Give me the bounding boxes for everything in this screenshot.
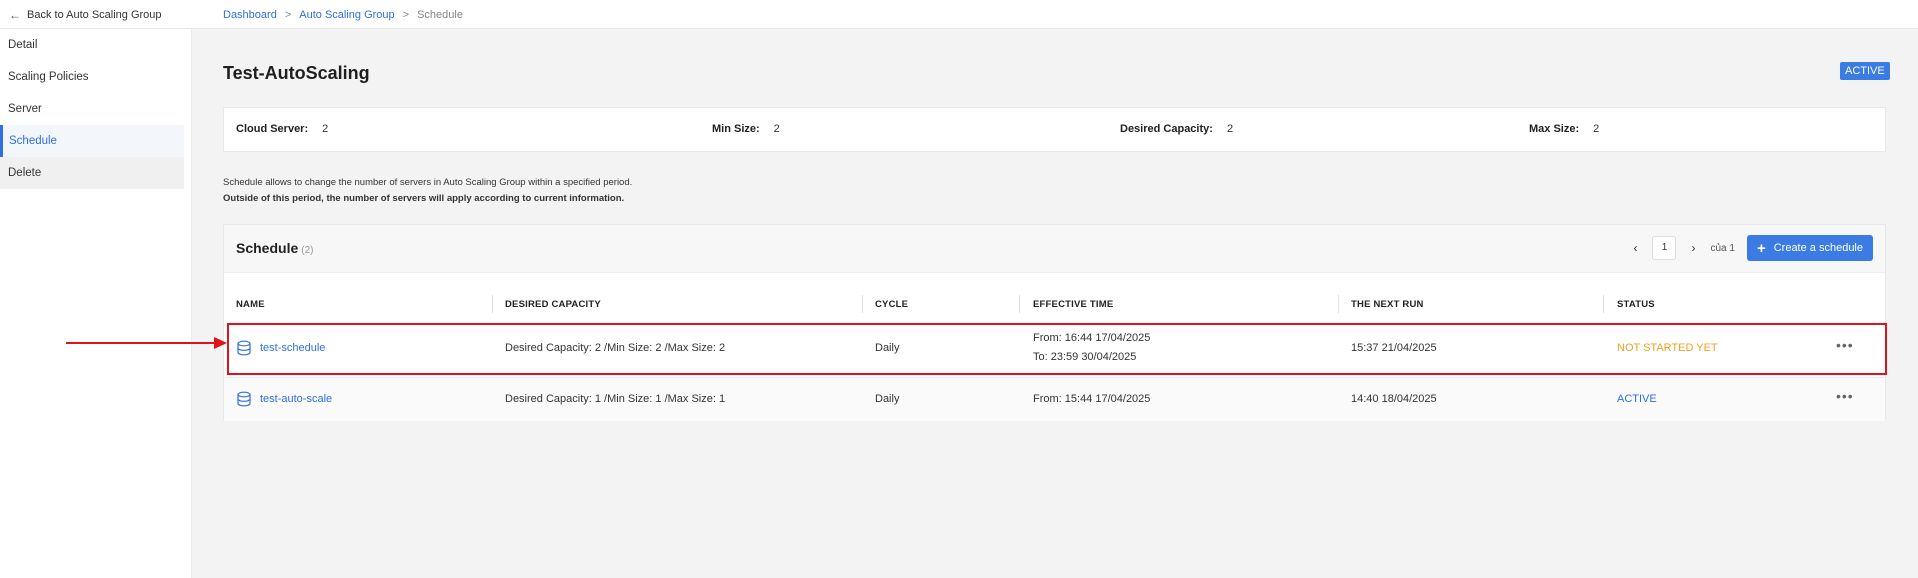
next-run-cell: 14:40 18/04/2025	[1351, 393, 1437, 405]
info-cloud-server: Cloud Server: 2	[236, 123, 328, 135]
description-line-2: Outside of this period, the number of se…	[223, 193, 625, 204]
info-label: Cloud Server:	[236, 123, 309, 135]
schedule-card-header: Schedule (2) ‹ 1 › của 1 + Create a sched…	[224, 225, 1885, 273]
page-of-label: của 1	[1710, 242, 1735, 254]
back-link-label: Back to Auto Scaling Group	[27, 9, 162, 21]
plus-icon: +	[1756, 239, 1766, 257]
status-badge: ACTIVE	[1840, 62, 1890, 80]
breadcrumb-auto-scaling-group[interactable]: Auto Scaling Group	[299, 9, 394, 21]
schedule-card: Schedule (2) ‹ 1 › của 1 + Create a sched…	[223, 224, 1886, 421]
page-number-input[interactable]: 1	[1652, 236, 1677, 260]
description-line-1: Schedule allows to change the number of …	[223, 177, 633, 188]
column-divider	[862, 295, 863, 313]
column-header-next-run: THE NEXT RUN	[1351, 299, 1424, 310]
schedule-name-link[interactable]: test-auto-scale	[236, 391, 332, 407]
annotation-arrow-line	[66, 342, 218, 344]
database-icon	[237, 391, 251, 407]
column-header-name: NAME	[236, 299, 265, 310]
arrow-left-icon: ←	[9, 8, 21, 22]
column-divider	[1338, 295, 1339, 313]
info-card: Cloud Server: 2 Min Size: 2 Desired Capa…	[223, 107, 1886, 152]
sidebar-item-schedule[interactable]: Schedule	[0, 125, 184, 157]
sidebar-item-detail[interactable]: Detail	[0, 29, 184, 61]
breadcrumb-separator: >	[402, 9, 410, 21]
column-divider	[1019, 295, 1020, 313]
sidebar-item-delete[interactable]: Delete	[0, 157, 184, 189]
table-row[interactable]: test-auto-scale Desired Capacity: 1 /Min…	[224, 377, 1885, 421]
main-content: Test-AutoScaling ACTIVE Cloud Server: 2 …	[192, 29, 1918, 578]
breadcrumb-dashboard[interactable]: Dashboard	[223, 9, 277, 21]
info-value: 2	[1593, 123, 1600, 135]
schedule-count: (2)	[301, 245, 314, 256]
sidebar-item-scaling-policies[interactable]: Scaling Policies	[0, 61, 184, 93]
schedule-title: Schedule (2)	[236, 240, 313, 256]
info-desired-capacity: Desired Capacity: 2	[1120, 123, 1233, 135]
sidebar: Detail Scaling Policies Server Schedule …	[0, 29, 192, 578]
back-to-asg-link[interactable]: ← Back to Auto Scaling Group	[9, 8, 162, 22]
status-cell: ACTIVE	[1617, 393, 1657, 405]
annotation-arrow-head-icon	[214, 337, 227, 349]
chevron-left-icon[interactable]: ‹	[1628, 241, 1642, 255]
info-value: 2	[1226, 123, 1234, 135]
chevron-right-icon[interactable]: ›	[1686, 241, 1700, 255]
effective-from-cell: From: 15:44 17/04/2025	[1033, 393, 1151, 405]
schedule-description: Schedule allows to change the number of …	[223, 175, 632, 207]
column-header-cycle: CYCLE	[875, 299, 909, 310]
column-divider	[492, 295, 493, 313]
breadcrumb-schedule: Schedule	[417, 9, 463, 21]
info-value: 2	[322, 123, 329, 135]
info-label: Desired Capacity:	[1120, 123, 1213, 135]
column-header-effective-time: EFFECTIVE TIME	[1033, 299, 1114, 310]
info-label: Min Size:	[712, 123, 760, 135]
schedule-name: test-auto-scale	[260, 393, 333, 405]
cycle-cell: Daily	[875, 393, 900, 405]
capacity-cell: Desired Capacity: 1 /Min Size: 1 /Max Si…	[505, 393, 726, 405]
pagination: ‹ 1 › của 1 + Create a schedule	[1628, 235, 1873, 261]
info-label: Max Size:	[1529, 123, 1580, 135]
breadcrumb: Dashboard > Auto Scaling Group > Schedul…	[223, 9, 463, 21]
schedule-title-text: Schedule	[236, 240, 299, 256]
create-schedule-button[interactable]: + Create a schedule	[1746, 235, 1873, 261]
column-header-desired-capacity: DESIRED CAPACITY	[505, 299, 601, 310]
info-max-size: Max Size: 2	[1529, 123, 1599, 135]
more-actions-icon[interactable]: •••	[1836, 388, 1854, 404]
sidebar-item-server[interactable]: Server	[0, 93, 184, 125]
breadcrumb-separator: >	[284, 9, 292, 21]
page-title: Test-AutoScaling	[223, 63, 370, 83]
column-header-status: STATUS	[1617, 299, 1655, 310]
create-schedule-label: Create a schedule	[1773, 242, 1863, 254]
info-value: 2	[773, 123, 780, 135]
top-bar: ← Back to Auto Scaling Group Dashboard >…	[0, 0, 1918, 29]
info-min-size: Min Size: 2	[712, 123, 780, 135]
column-divider	[1603, 295, 1604, 313]
annotation-highlight-box	[227, 323, 1887, 375]
